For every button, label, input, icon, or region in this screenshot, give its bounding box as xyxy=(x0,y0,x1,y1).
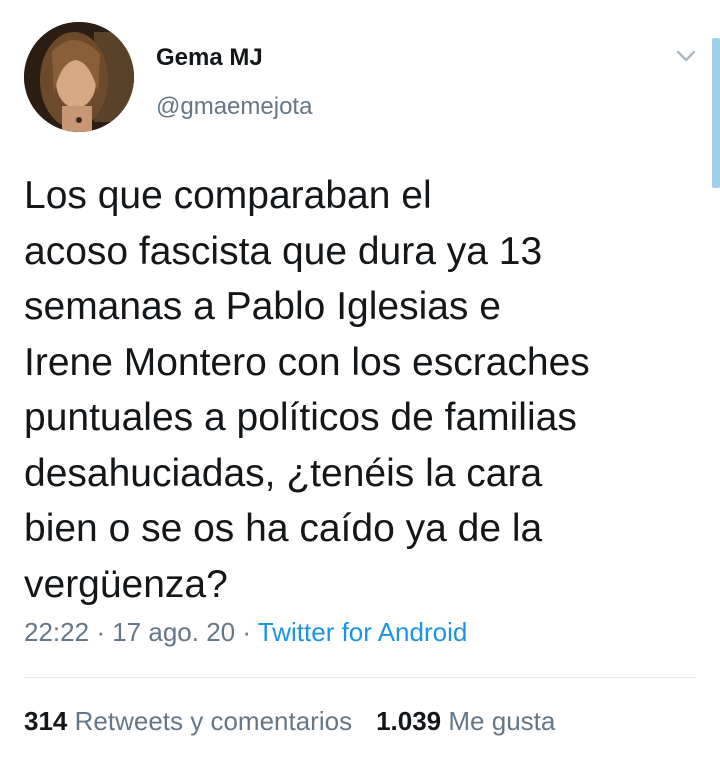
meta-separator: · xyxy=(242,617,252,647)
tweet-time[interactable]: 22:22 xyxy=(24,617,89,647)
scrollbar[interactable] xyxy=(712,38,720,188)
user-handle[interactable]: @gmaemejota xyxy=(156,93,312,121)
cropped-previous-content: . . . . . . . . . . . xyxy=(225,0,545,4)
likes-stat[interactable]: 1.039 Me gusta xyxy=(376,706,555,736)
retweets-stat[interactable]: 314 Retweets y comentarios xyxy=(24,706,352,736)
chevron-down-icon[interactable] xyxy=(674,46,698,66)
likes-label: Me gusta xyxy=(448,706,556,736)
tweet-date[interactable]: 17 ago. 20 xyxy=(112,617,235,647)
tweet-source-link[interactable]: Twitter for Android xyxy=(258,617,468,647)
avatar[interactable] xyxy=(24,22,134,132)
avatar-photo-icon xyxy=(24,22,134,132)
retweets-label: Retweets y comentarios xyxy=(74,706,353,736)
tweet-metadata: 22:22 · 17 ago. 20 · Twitter for Android xyxy=(24,617,467,648)
meta-separator: · xyxy=(96,617,105,647)
retweets-count: 314 xyxy=(24,706,68,736)
divider xyxy=(24,677,696,678)
tweet-text: Los que comparaban el acoso fascista que… xyxy=(24,174,590,606)
likes-count: 1.039 xyxy=(376,706,442,736)
tweet-stats: 314 Retweets y comentarios 1.039 Me gusta xyxy=(24,706,555,737)
display-name[interactable]: Gema MJ xyxy=(156,44,263,72)
